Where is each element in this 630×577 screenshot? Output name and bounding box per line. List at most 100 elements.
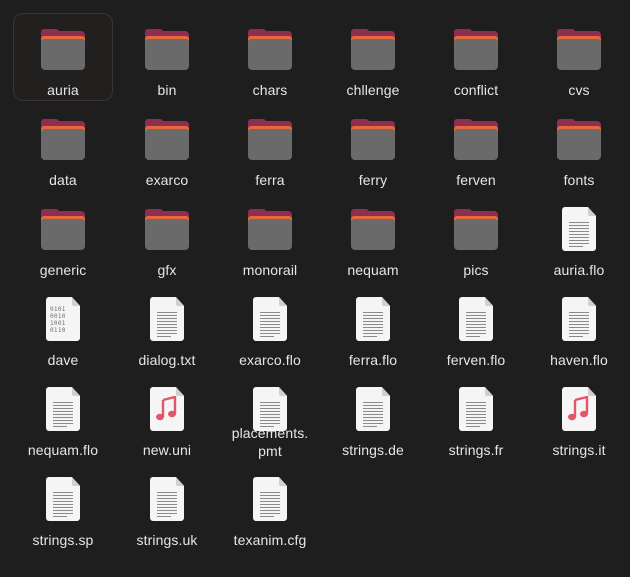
- item-label: gfx: [157, 262, 177, 278]
- file-item[interactable]: placements. pmt: [220, 374, 320, 460]
- file-item[interactable]: ferven.flo: [426, 284, 526, 370]
- item-label: ferven.flo: [446, 352, 506, 368]
- text-file-icon: [39, 386, 87, 434]
- item-label: conflict: [453, 82, 499, 98]
- audio-file-icon: [143, 386, 191, 434]
- folder-icon: [143, 26, 191, 74]
- item-label: ferra.flo: [348, 352, 398, 368]
- item-label: bin: [157, 82, 177, 98]
- folder-icon: [246, 26, 294, 74]
- file-item[interactable]: auria.flo: [529, 194, 629, 280]
- item-label: cvs: [568, 82, 590, 98]
- item-label: haven.flo: [550, 352, 608, 368]
- text-file-icon: [143, 296, 191, 344]
- item-label: chars: [252, 82, 288, 98]
- text-file-icon: [246, 476, 294, 524]
- file-item[interactable]: texanim.cfg: [220, 464, 320, 550]
- folder-icon: [143, 116, 191, 164]
- folder-icon: [452, 26, 500, 74]
- folder-item[interactable]: nequam: [323, 194, 423, 280]
- folder-item[interactable]: data: [13, 104, 113, 190]
- folder-icon: [349, 26, 397, 74]
- item-label: exarco: [145, 172, 189, 188]
- text-file-icon: [349, 296, 397, 344]
- item-label: generic: [39, 262, 87, 278]
- item-label: nequam.flo: [27, 442, 99, 458]
- folder-item[interactable]: chars: [220, 14, 320, 100]
- folder-item[interactable]: exarco: [117, 104, 217, 190]
- item-label: data: [49, 172, 77, 188]
- text-file-icon: [246, 386, 294, 431]
- item-label: texanim.cfg: [233, 532, 307, 548]
- file-item[interactable]: ferra.flo: [323, 284, 423, 370]
- folder-icon: [555, 26, 603, 74]
- folder-item[interactable]: gfx: [117, 194, 217, 280]
- item-label: fonts: [563, 172, 595, 188]
- file-item[interactable]: strings.fr: [426, 374, 526, 460]
- text-file-icon: [555, 206, 603, 254]
- folder-item[interactable]: auria: [13, 13, 113, 101]
- item-label: strings.sp: [32, 532, 94, 548]
- folder-icon: [349, 116, 397, 164]
- file-item[interactable]: new.uni: [117, 374, 217, 460]
- folder-item[interactable]: conflict: [426, 14, 526, 100]
- folder-item[interactable]: chllenge: [323, 14, 423, 100]
- text-file-icon: [143, 476, 191, 524]
- item-label: auria: [47, 82, 79, 98]
- item-label: monorail: [242, 262, 298, 278]
- text-file-icon: [246, 296, 294, 344]
- folder-item[interactable]: monorail: [220, 194, 320, 280]
- text-file-icon: [349, 386, 397, 434]
- file-item[interactable]: haven.flo: [529, 284, 629, 370]
- item-label: strings.uk: [136, 532, 198, 548]
- file-item[interactable]: exarco.flo: [220, 284, 320, 370]
- file-item[interactable]: nequam.flo: [13, 374, 113, 460]
- item-label: dave: [47, 352, 79, 368]
- folder-icon: [143, 206, 191, 254]
- folder-item[interactable]: ferra: [220, 104, 320, 190]
- file-item[interactable]: strings.de: [323, 374, 423, 460]
- text-file-icon: [555, 296, 603, 344]
- item-label: new.uni: [142, 442, 192, 458]
- item-label: exarco.flo: [239, 352, 301, 368]
- file-grid: auria bin chars chllenge conflict cvs data exar…: [0, 0, 630, 577]
- folder-icon: [39, 116, 87, 164]
- item-label: ferry: [358, 172, 388, 188]
- item-label: pics: [463, 262, 489, 278]
- folder-item[interactable]: pics: [426, 194, 526, 280]
- folder-item[interactable]: cvs: [529, 14, 629, 100]
- item-label: strings.it: [552, 442, 606, 458]
- item-label: strings.fr: [448, 442, 504, 458]
- folder-icon: [452, 206, 500, 254]
- item-label: auria.flo: [553, 262, 605, 278]
- folder-item[interactable]: bin: [117, 14, 217, 100]
- item-label: chllenge: [346, 82, 400, 98]
- folder-icon: [349, 206, 397, 254]
- file-item[interactable]: 0101 0010 1001 0110 dave: [13, 284, 113, 370]
- folder-icon: [246, 116, 294, 164]
- folder-icon: [39, 206, 87, 254]
- folder-item[interactable]: fonts: [529, 104, 629, 190]
- file-item[interactable]: strings.uk: [117, 464, 217, 550]
- folder-item[interactable]: ferven: [426, 104, 526, 190]
- text-file-icon: [39, 476, 87, 524]
- folder-item[interactable]: generic: [13, 194, 113, 280]
- text-file-icon: [452, 296, 500, 344]
- binary-file-icon: 0101 0010 1001 0110: [39, 296, 87, 344]
- item-label: nequam: [347, 262, 399, 278]
- folder-icon: [39, 26, 87, 74]
- item-label: dialog.txt: [138, 352, 196, 368]
- folder-icon: [246, 206, 294, 254]
- text-file-icon: [452, 386, 500, 434]
- binary-glyph: 0101 0010 1001 0110: [50, 306, 66, 334]
- file-item[interactable]: strings.it: [529, 374, 629, 460]
- item-label: ferven: [456, 172, 496, 188]
- item-label: ferra: [255, 172, 285, 188]
- file-item[interactable]: dialog.txt: [117, 284, 217, 370]
- folder-item[interactable]: ferry: [323, 104, 423, 190]
- audio-file-icon: [555, 386, 603, 434]
- folder-icon: [452, 116, 500, 164]
- item-label: strings.de: [342, 442, 404, 458]
- folder-icon: [555, 116, 603, 164]
- file-item[interactable]: strings.sp: [13, 464, 113, 550]
